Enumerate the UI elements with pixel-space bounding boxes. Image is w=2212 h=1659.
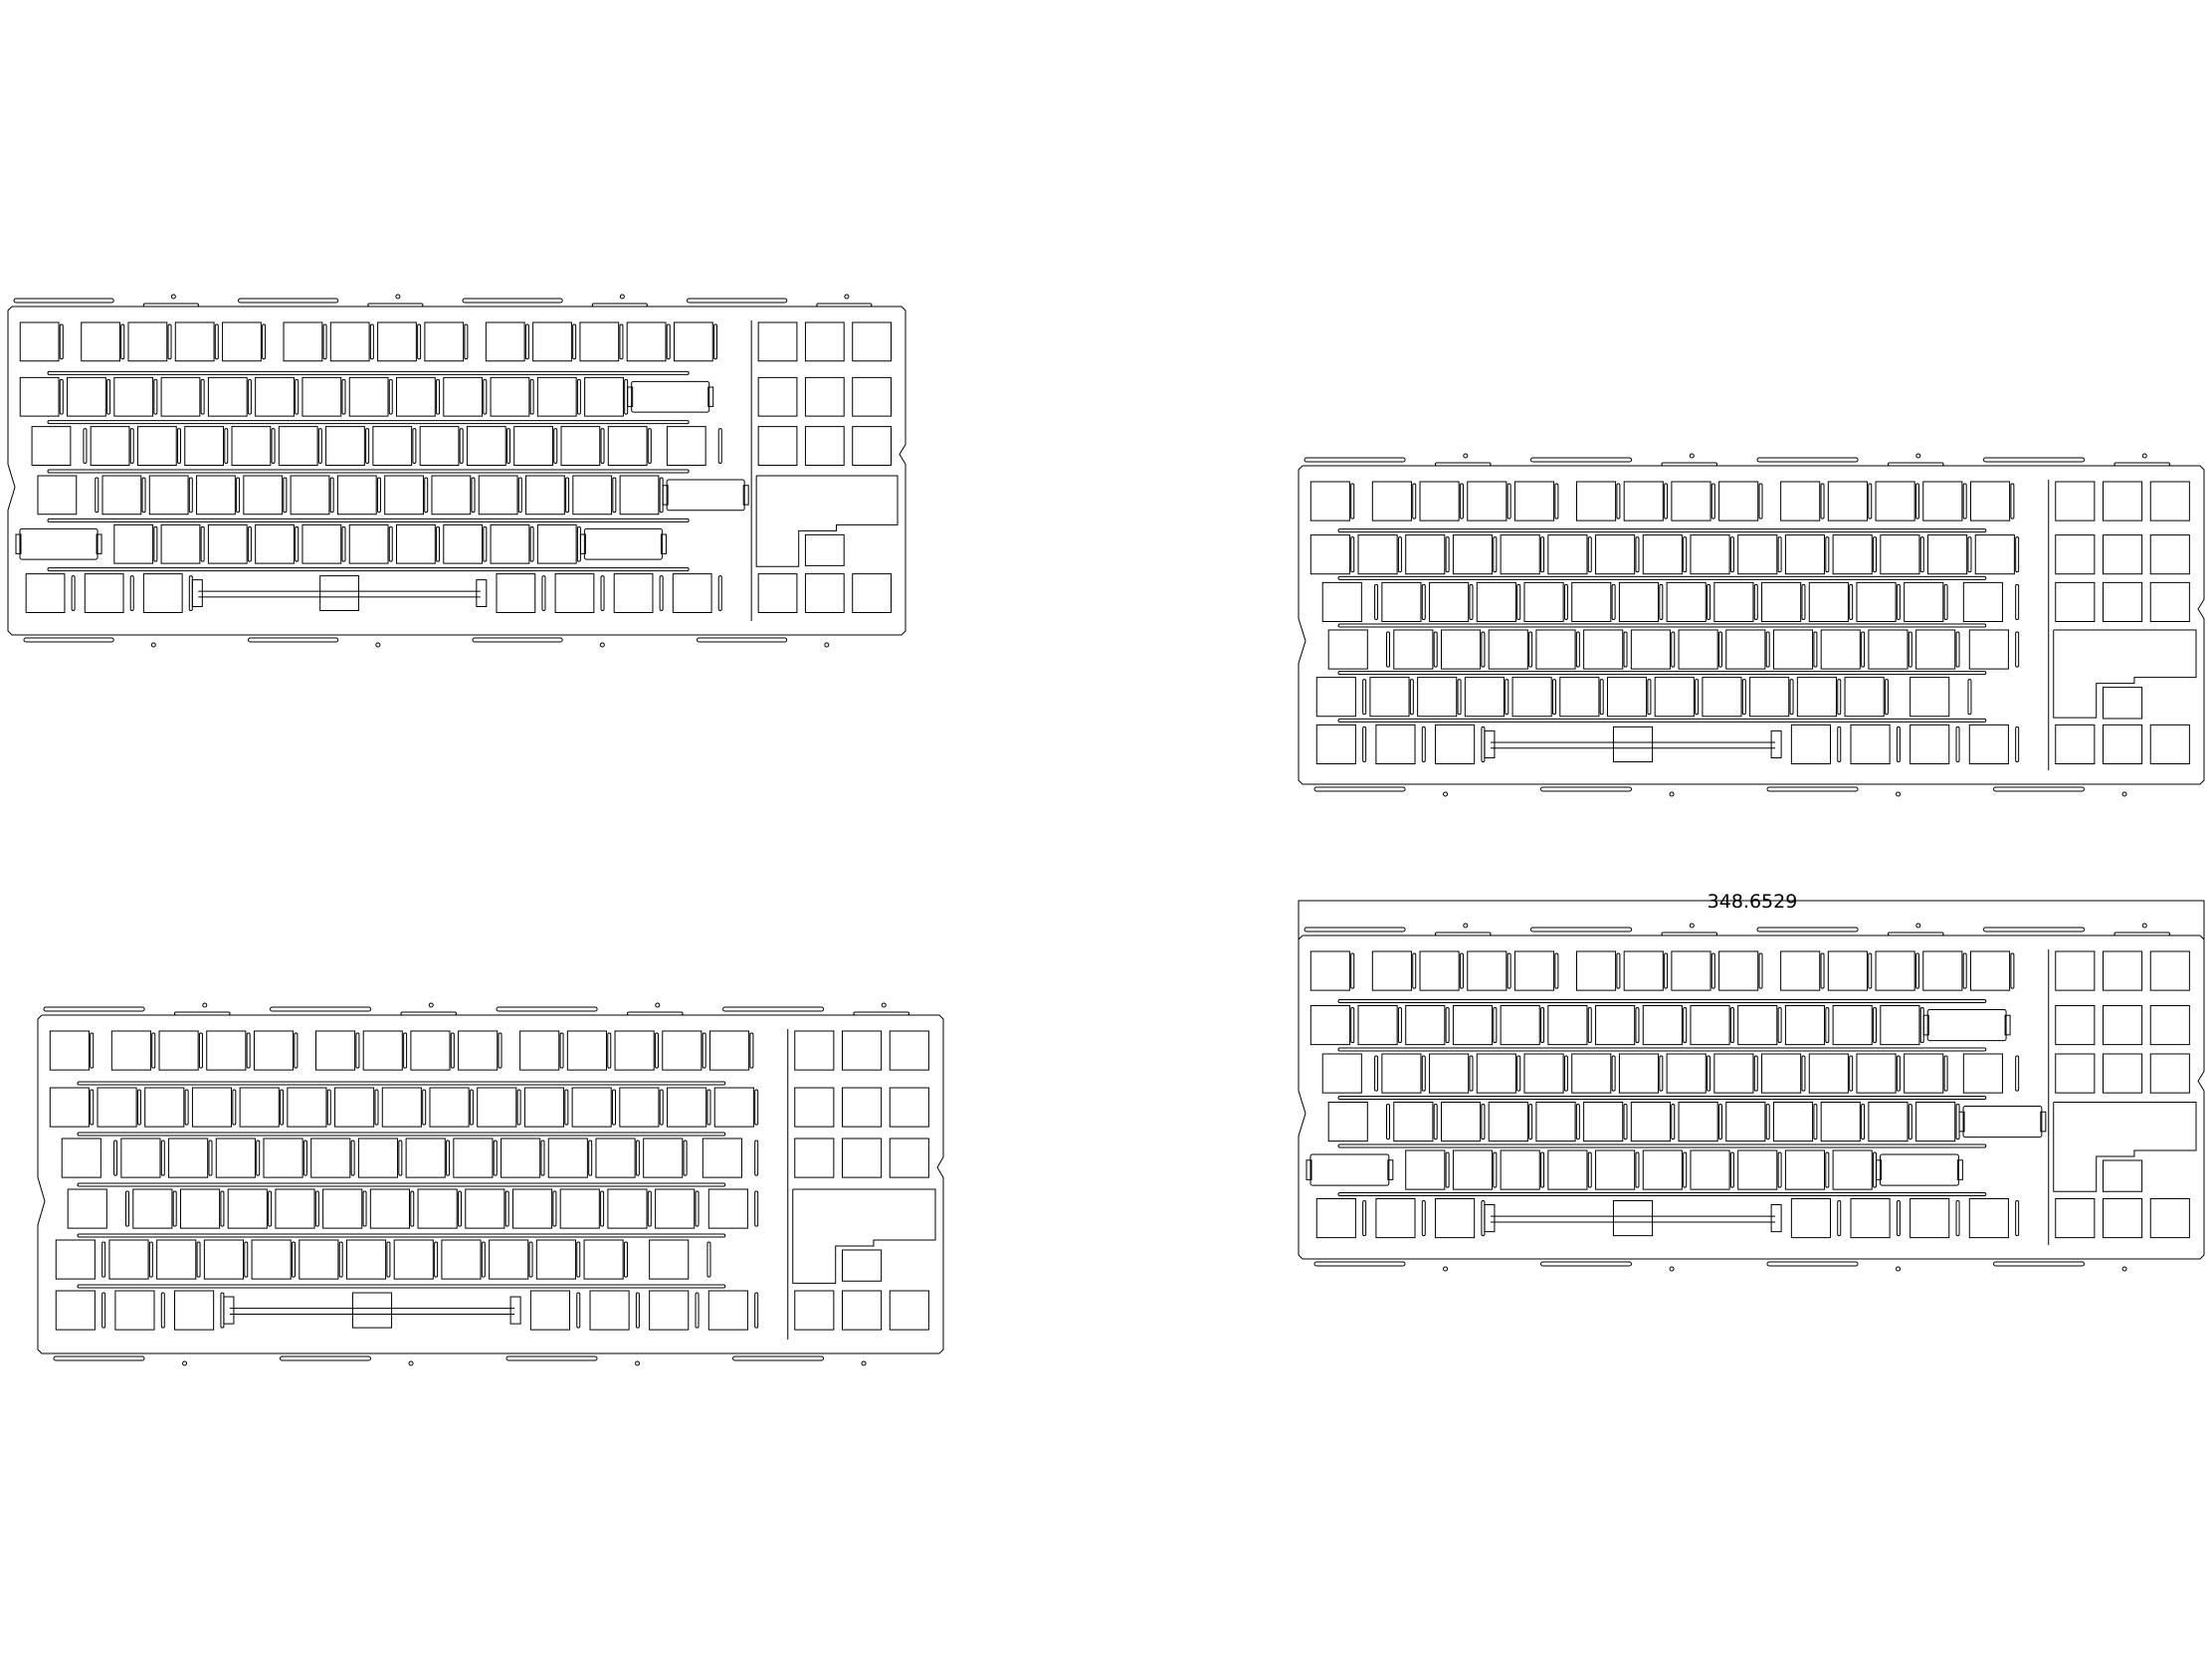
cad-drawing-canvas: 348.6529 [0,0,2212,1659]
canvas-background [0,0,2212,1659]
dimension-label: 348.6529 [1708,891,1798,913]
